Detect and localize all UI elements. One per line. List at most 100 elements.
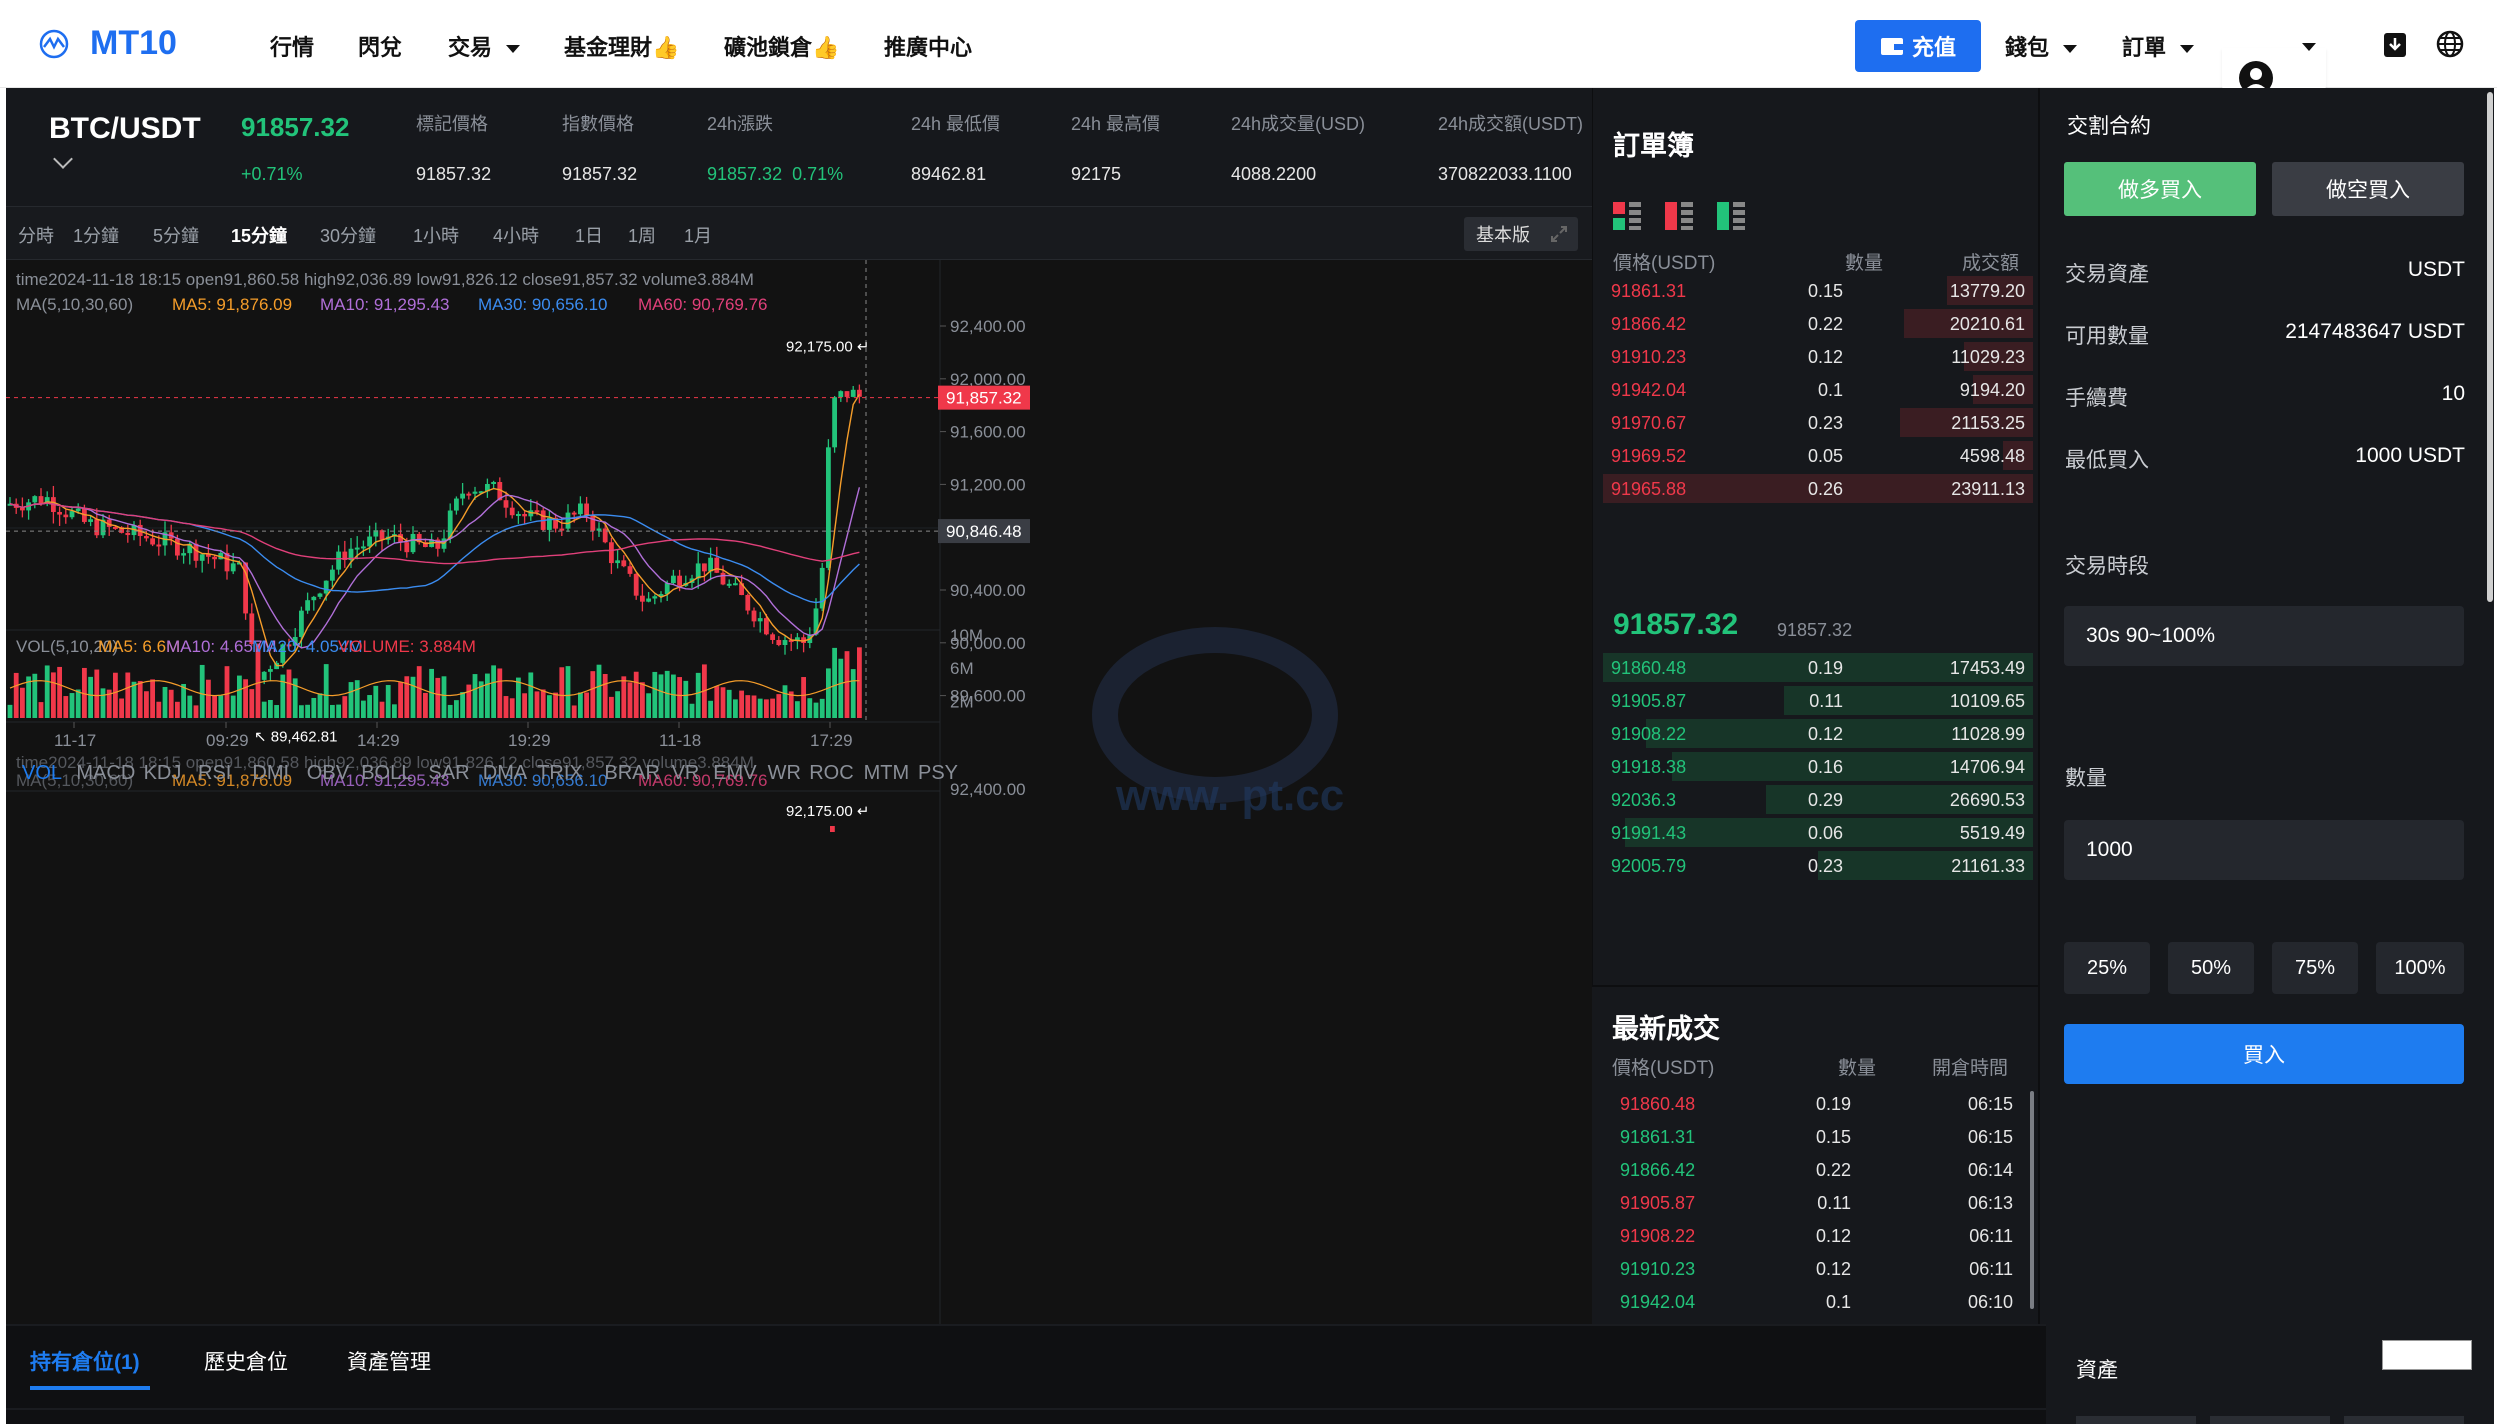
indicator-tab[interactable]: BRAR <box>604 762 660 784</box>
indicator-tab[interactable]: KDJ <box>144 762 182 784</box>
assets-tab[interactable] <box>2344 1416 2464 1424</box>
ask-row[interactable]: 91866.42 0.22 20210.61 <box>1603 307 2033 340</box>
volume-bar <box>454 700 459 718</box>
pair-name[interactable]: BTC/USDT <box>49 112 201 146</box>
nav-market[interactable]: 行情 <box>270 30 314 62</box>
orderbook-both-icon[interactable] <box>1613 202 1641 230</box>
orderbook-bids-icon[interactable] <box>1717 202 1745 230</box>
bid-row[interactable]: 91860.48 0.19 17453.49 <box>1603 651 2033 684</box>
candle-body <box>113 526 118 529</box>
indicator-tab[interactable]: RSI <box>198 762 231 784</box>
interval-tab[interactable]: 1小時 <box>413 222 459 248</box>
volume-bar <box>826 668 831 718</box>
nav-pool[interactable]: 礦池鎖倉👍 <box>724 30 839 62</box>
ask-row[interactable]: 91910.23 0.12 11029.23 <box>1603 340 2033 373</box>
percent-25-button[interactable]: 25% <box>2064 942 2150 994</box>
assets-tab[interactable] <box>2210 1416 2330 1424</box>
interval-tab[interactable]: 4小時 <box>493 222 539 248</box>
interval-tab[interactable]: 5分鐘 <box>153 222 199 248</box>
bid-row[interactable]: 91991.43 0.06 5519.49 <box>1603 816 2033 849</box>
indicator-tab[interactable]: WR <box>768 762 801 784</box>
indicator-tab[interactable]: VR <box>672 762 700 784</box>
tab-history[interactable]: 歷史倉位 <box>204 1346 288 1376</box>
interval-tab[interactable]: 分時 <box>18 222 54 248</box>
period-select[interactable]: 30s 90~100% <box>2064 606 2464 666</box>
brand-logo[interactable]: MT10 <box>36 24 177 63</box>
current-price-tag-label: 91,857.32 <box>946 389 1022 408</box>
nav-referral[interactable]: 推廣中心 <box>884 30 972 62</box>
ma30-label: MA30: 90,656.10 <box>478 295 607 314</box>
mode-button[interactable]: 基本版 <box>1464 217 1578 251</box>
indicator-tab[interactable]: VOL <box>22 762 62 784</box>
buy-long-button[interactable]: 做多買入 <box>2064 162 2256 216</box>
interval-tab[interactable]: 1月 <box>684 222 712 248</box>
indicator-tab[interactable]: OBV <box>307 762 350 784</box>
ob-qty: 0.23 <box>1807 413 1843 433</box>
percent-50-button[interactable]: 50% <box>2168 942 2254 994</box>
indicator-tab[interactable]: SAR <box>428 762 469 784</box>
submit-buy-button[interactable]: 買入 <box>2064 1024 2464 1084</box>
bid-row[interactable]: 91918.38 0.16 14706.94 <box>1603 750 2033 783</box>
download-icon[interactable] <box>2383 32 2407 58</box>
ask-row[interactable]: 91942.04 0.1 9194.20 <box>1603 373 2033 406</box>
indicator-tab[interactable]: ROC <box>809 762 853 784</box>
interval-tab[interactable]: 15分鐘 <box>231 222 287 248</box>
volume-bar <box>683 680 689 718</box>
nav-orders[interactable]: 訂單 <box>2122 30 2195 62</box>
bid-row[interactable]: 92036.3 0.29 26690.53 <box>1603 783 2033 816</box>
tab-assets[interactable]: 資產管理 <box>347 1346 431 1376</box>
assets-tab[interactable] <box>2076 1416 2196 1424</box>
ask-row[interactable]: 91969.52 0.05 4598.48 <box>1603 439 2033 472</box>
stat-value: 370822033.1100 <box>1438 164 1572 184</box>
candle-body <box>565 512 571 529</box>
volume-bar <box>534 691 540 718</box>
candle-body <box>330 569 335 581</box>
ask-row[interactable]: 91861.31 0.15 13779.20 <box>1603 274 2033 307</box>
tab-positions[interactable]: 持有倉位(1) <box>30 1346 140 1376</box>
percent-100-button[interactable]: 100% <box>2376 942 2464 994</box>
indicator-tab[interactable]: DMI <box>252 762 289 784</box>
nav-wallet[interactable]: 錢包 <box>2005 30 2078 62</box>
order-panel-scrollbar[interactable] <box>2487 92 2493 602</box>
tr-header-price: 價格(USDT) <box>1612 1058 1715 1079</box>
candlestick-chart[interactable]: 92,400.0092,000.0091,600.0091,200.0090,4… <box>6 260 1592 1324</box>
time-tick-label: 17:29 <box>810 731 853 750</box>
volume-bar <box>336 704 341 718</box>
ask-row[interactable]: 91965.88 0.26 23911.13 <box>1603 472 2033 505</box>
nav-swap[interactable]: 閃兌 <box>358 30 402 62</box>
interval-tab[interactable]: 1分鐘 <box>73 222 119 248</box>
indicator-tab[interactable]: MTM <box>864 762 910 784</box>
indicator-tab[interactable]: MACD <box>76 762 135 784</box>
bid-row[interactable]: 91905.87 0.11 10109.65 <box>1603 684 2033 717</box>
chart-area[interactable]: 92,400.00 92,000.00 91,600.00 91,200.00 90,4… <box>6 260 1592 1324</box>
interval-tab[interactable]: 1日 <box>575 222 603 248</box>
nav-fund[interactable]: 基金理財👍 <box>564 30 679 62</box>
ask-row[interactable]: 91970.67 0.23 21153.25 <box>1603 406 2033 439</box>
interval-tab[interactable]: 30分鐘 <box>320 222 376 248</box>
nav-trade[interactable]: 交易 <box>448 30 521 62</box>
tr-header-qty: 數量 <box>1837 1058 1876 1079</box>
volume-bar <box>230 695 236 718</box>
candle-body <box>708 557 713 572</box>
bid-row[interactable]: 91908.22 0.12 11028.99 <box>1603 717 2033 750</box>
candle-body <box>181 553 186 556</box>
indicator-tab[interactable]: EMV <box>713 762 757 784</box>
recharge-button[interactable]: 充值 <box>1855 20 1981 72</box>
bid-row[interactable]: 92005.79 0.23 21161.33 <box>1603 849 2033 882</box>
candle-body <box>559 528 565 531</box>
quantity-input[interactable]: 1000 <box>2064 820 2464 880</box>
interval-tab[interactable]: 1周 <box>628 222 656 248</box>
percent-75-button[interactable]: 75% <box>2272 942 2358 994</box>
indicator-tab[interactable]: TRIX <box>537 762 583 784</box>
sell-short-button[interactable]: 做空買入 <box>2272 162 2464 216</box>
trade-row: 91942.04 0.1 06:10 <box>1603 1285 2033 1318</box>
orderbook-asks-icon[interactable] <box>1665 202 1693 230</box>
fullscreen-icon[interactable] <box>1550 225 1568 243</box>
pair-dropdown-icon[interactable] <box>53 149 73 169</box>
user-menu[interactable] <box>2222 43 2326 95</box>
indicator-tab[interactable]: DMA <box>483 762 528 784</box>
watermark-logo <box>1092 627 1338 803</box>
globe-icon[interactable] <box>2436 30 2464 58</box>
indicator-tab[interactable]: BOLL <box>361 762 412 784</box>
ob-price: 91866.42 <box>1611 314 1687 334</box>
